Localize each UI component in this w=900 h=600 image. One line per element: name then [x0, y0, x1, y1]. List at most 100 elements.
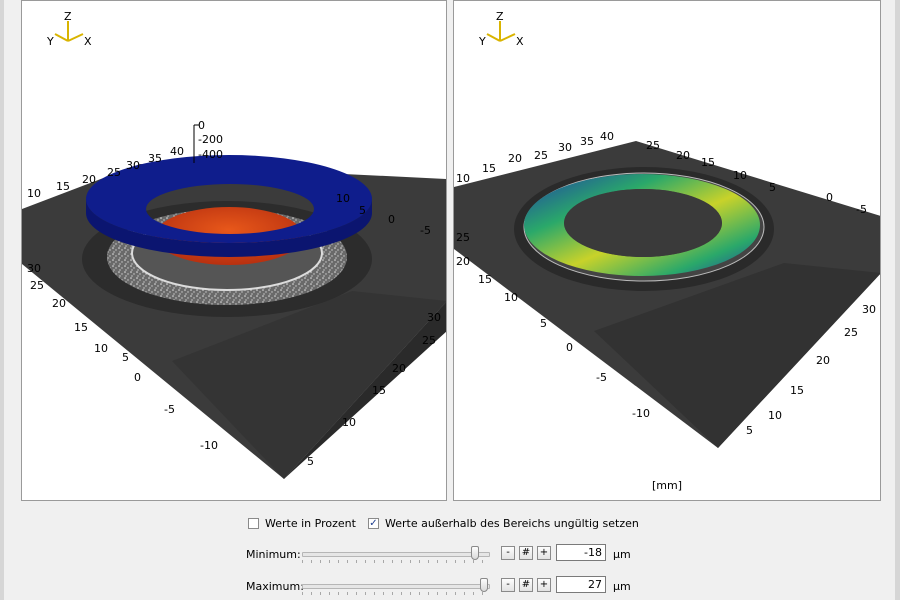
bl-tick: 15	[482, 162, 496, 175]
fl-tick: 20	[52, 297, 66, 310]
invalid-range-checkbox[interactable]: ✓ Werte außerhalb des Bereichs ungültig …	[368, 517, 639, 530]
fl-tick: 5	[122, 351, 129, 364]
fr-tick: 15	[790, 384, 804, 397]
minimum-label: Minimum:	[246, 548, 301, 561]
fl-tick: 0	[566, 341, 573, 354]
fr-tick: 25	[844, 326, 858, 339]
fr-tick: 5	[307, 455, 314, 468]
maximum-label: Maximum:	[246, 580, 304, 593]
bl-tick: 35	[580, 135, 594, 148]
minimum-decrement-button[interactable]: -	[501, 546, 515, 560]
triad-y-label: Y	[478, 35, 486, 48]
maximum-decrement-button[interactable]: -	[501, 578, 515, 592]
fl-tick: 10	[94, 342, 108, 355]
minimum-row: Minimum: - # + µm	[0, 543, 900, 567]
minimum-value-input[interactable]	[556, 544, 606, 561]
right-3d-scene[interactable]: 10 15 20 25 30 35 40 25 20 15 10 5 0 -5 …	[454, 1, 881, 501]
triad-y-label: Y	[46, 35, 54, 48]
maximum-row: Maximum: - # + µm	[0, 575, 900, 599]
bl-tick: 35	[148, 152, 162, 165]
bl-tick: 20	[508, 152, 522, 165]
fr-tick: 10	[342, 416, 356, 429]
invalid-range-checkbox-label: Werte außerhalb des Bereichs ungültig se…	[385, 517, 639, 530]
bl-tick: 25	[534, 149, 548, 162]
invalid-range-checkbox-box[interactable]: ✓	[368, 518, 379, 529]
br-tick: -5	[856, 203, 867, 216]
maximum-reset-button[interactable]: #	[519, 578, 533, 592]
triad-x-arrow	[67, 33, 84, 42]
br-tick: 25	[646, 139, 660, 152]
minimum-slider-track	[302, 552, 490, 557]
maximum-value-input[interactable]	[556, 576, 606, 593]
triad-x-label: X	[84, 35, 92, 48]
left-3d-viewport[interactable]: 0 -200 -400 10 15 20 25 30 35 40 10 5 0 …	[21, 0, 447, 501]
fr-tick: 5	[746, 424, 753, 437]
maximum-slider-track	[302, 584, 490, 589]
z-tick-200: -200	[198, 133, 223, 146]
maximum-increment-button[interactable]: +	[537, 578, 551, 592]
triad-z-label: Z	[64, 10, 72, 23]
fl-tick: 25	[456, 231, 470, 244]
maximum-slider[interactable]	[302, 575, 490, 599]
ring-center	[564, 189, 722, 257]
percent-checkbox-box[interactable]	[248, 518, 259, 529]
bl-tick: 40	[170, 145, 184, 158]
bl-tick: 40	[600, 130, 614, 143]
br-tick: 10	[733, 169, 747, 182]
unit-label: [mm]	[651, 479, 682, 492]
minimum-slider-ticks	[302, 560, 490, 563]
fr-tick: 20	[392, 362, 406, 375]
bl-tick: 20	[82, 173, 96, 186]
br-tick: -5	[420, 224, 431, 237]
fl-tick: -10	[632, 407, 650, 420]
br-tick: 5	[359, 204, 366, 217]
fl-tick: 5	[540, 317, 547, 330]
minimum-slider-thumb[interactable]	[470, 546, 479, 560]
fr-tick: 25	[422, 334, 436, 347]
fr-tick: 30	[427, 311, 441, 324]
fl-tick: -10	[200, 439, 218, 452]
triad-x-label: X	[516, 35, 524, 48]
triad-y-arrow	[54, 33, 69, 42]
fl-tick: 25	[30, 279, 44, 292]
percent-checkbox-label: Werte in Prozent	[265, 517, 356, 530]
minimum-unit: µm	[613, 548, 631, 561]
fr-tick: 20	[816, 354, 830, 367]
bl-tick: 30	[558, 141, 572, 154]
fl-tick: 15	[478, 273, 492, 286]
maximum-slider-thumb[interactable]	[480, 578, 489, 592]
maximum-slider-ticks	[302, 592, 490, 595]
br-tick: 10	[336, 192, 350, 205]
triad-z-label: Z	[496, 10, 504, 23]
br-tick: 20	[676, 149, 690, 162]
fl-tick: 15	[74, 321, 88, 334]
orientation-triad: Z Y X	[46, 10, 92, 48]
fl-tick: 30	[27, 262, 41, 275]
fl-tick: 10	[504, 291, 518, 304]
minimum-reset-button[interactable]: #	[519, 546, 533, 560]
fl-tick: 20	[456, 255, 470, 268]
z-tick-0: 0	[198, 119, 205, 132]
percent-checkbox[interactable]: Werte in Prozent	[248, 517, 356, 530]
fr-tick: 15	[372, 384, 386, 397]
fr-tick: 10	[768, 409, 782, 422]
maximum-unit: µm	[613, 580, 631, 593]
br-tick: 0	[388, 213, 395, 226]
z-tick-400: -400	[198, 148, 223, 161]
bl-tick: 30	[126, 159, 140, 172]
orientation-triad: Z Y X	[478, 10, 524, 48]
bl-tick: 10	[456, 172, 470, 185]
left-3d-scene[interactable]: 0 -200 -400 10 15 20 25 30 35 40 10 5 0 …	[22, 1, 447, 501]
triad-y-arrow	[486, 33, 501, 42]
right-3d-viewport[interactable]: 10 15 20 25 30 35 40 25 20 15 10 5 0 -5 …	[453, 0, 881, 501]
fl-tick: -5	[164, 403, 175, 416]
minimum-increment-button[interactable]: +	[537, 546, 551, 560]
br-tick: 5	[769, 181, 776, 194]
bl-tick: 15	[56, 180, 70, 193]
bl-tick: 25	[107, 166, 121, 179]
fl-tick: 0	[134, 371, 141, 384]
minimum-slider[interactable]	[302, 543, 490, 567]
br-tick: 15	[701, 156, 715, 169]
bl-tick: 10	[27, 187, 41, 200]
range-controls-panel: Werte in Prozent ✓ Werte außerhalb des B…	[0, 502, 900, 600]
